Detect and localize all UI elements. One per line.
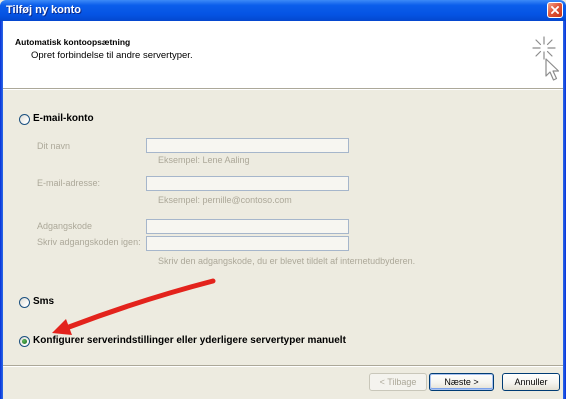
password-repeat-label: Skriv adgangskoden igen:	[37, 237, 141, 247]
header-title: Automatisk kontoopsætning	[15, 37, 131, 47]
password-repeat-field[interactable]	[146, 236, 349, 251]
back-button[interactable]: < Tilbage	[369, 373, 427, 391]
password-label: Adgangskode	[37, 221, 93, 231]
radio-circle[interactable]	[19, 296, 30, 308]
button-bar: < Tilbage Næste > Annuller	[3, 365, 563, 399]
radio-sms[interactable]: Sms	[19, 296, 54, 308]
next-button[interactable]: Næste >	[429, 373, 494, 391]
radio-manual-configuration[interactable]: Konfigurer serverindstillinger eller yde…	[19, 335, 346, 347]
wizard-header: Automatisk kontoopsætning Opret forbinde…	[3, 21, 563, 89]
radio-circle[interactable]	[19, 335, 30, 347]
window-title: Tilføj ny konto	[6, 4, 81, 16]
radio-label-sms[interactable]: Sms	[33, 296, 54, 308]
password-hint: Skriv den adgangskode, du er blevet tild…	[158, 256, 416, 266]
name-hint: Eksempel: Lene Aaling	[158, 155, 250, 165]
radio-label-manual-configuration[interactable]: Konfigurer serverindstillinger eller yde…	[33, 335, 346, 347]
account-type-options: E-mail-konto Dit navn Eksempel: Lene Aal…	[3, 90, 563, 365]
email-address-hint: Eksempel: pernille@contoso.com	[158, 195, 292, 205]
sparkle-cursor-icon	[532, 36, 560, 81]
header-subtitle: Opret forbindelse til andre servertyper.	[31, 50, 193, 61]
cancel-button[interactable]: Annuller	[502, 373, 560, 391]
email-address-field[interactable]	[146, 176, 349, 191]
add-account-dialog: Tilføj ny konto Automatisk kontoopsætnin…	[0, 0, 566, 399]
close-button[interactable]	[547, 2, 563, 18]
name-label: Dit navn	[37, 141, 71, 151]
title-bar[interactable]: Tilføj ny konto	[0, 0, 566, 21]
radio-circle[interactable]	[19, 113, 30, 125]
name-field[interactable]	[146, 138, 349, 153]
email-address-label: E-mail-adresse:	[37, 178, 101, 188]
close-icon	[551, 6, 559, 14]
radio-label-email-account[interactable]: E-mail-konto	[33, 113, 94, 125]
radio-email-account[interactable]: E-mail-konto	[19, 113, 94, 125]
password-field[interactable]	[146, 219, 349, 234]
